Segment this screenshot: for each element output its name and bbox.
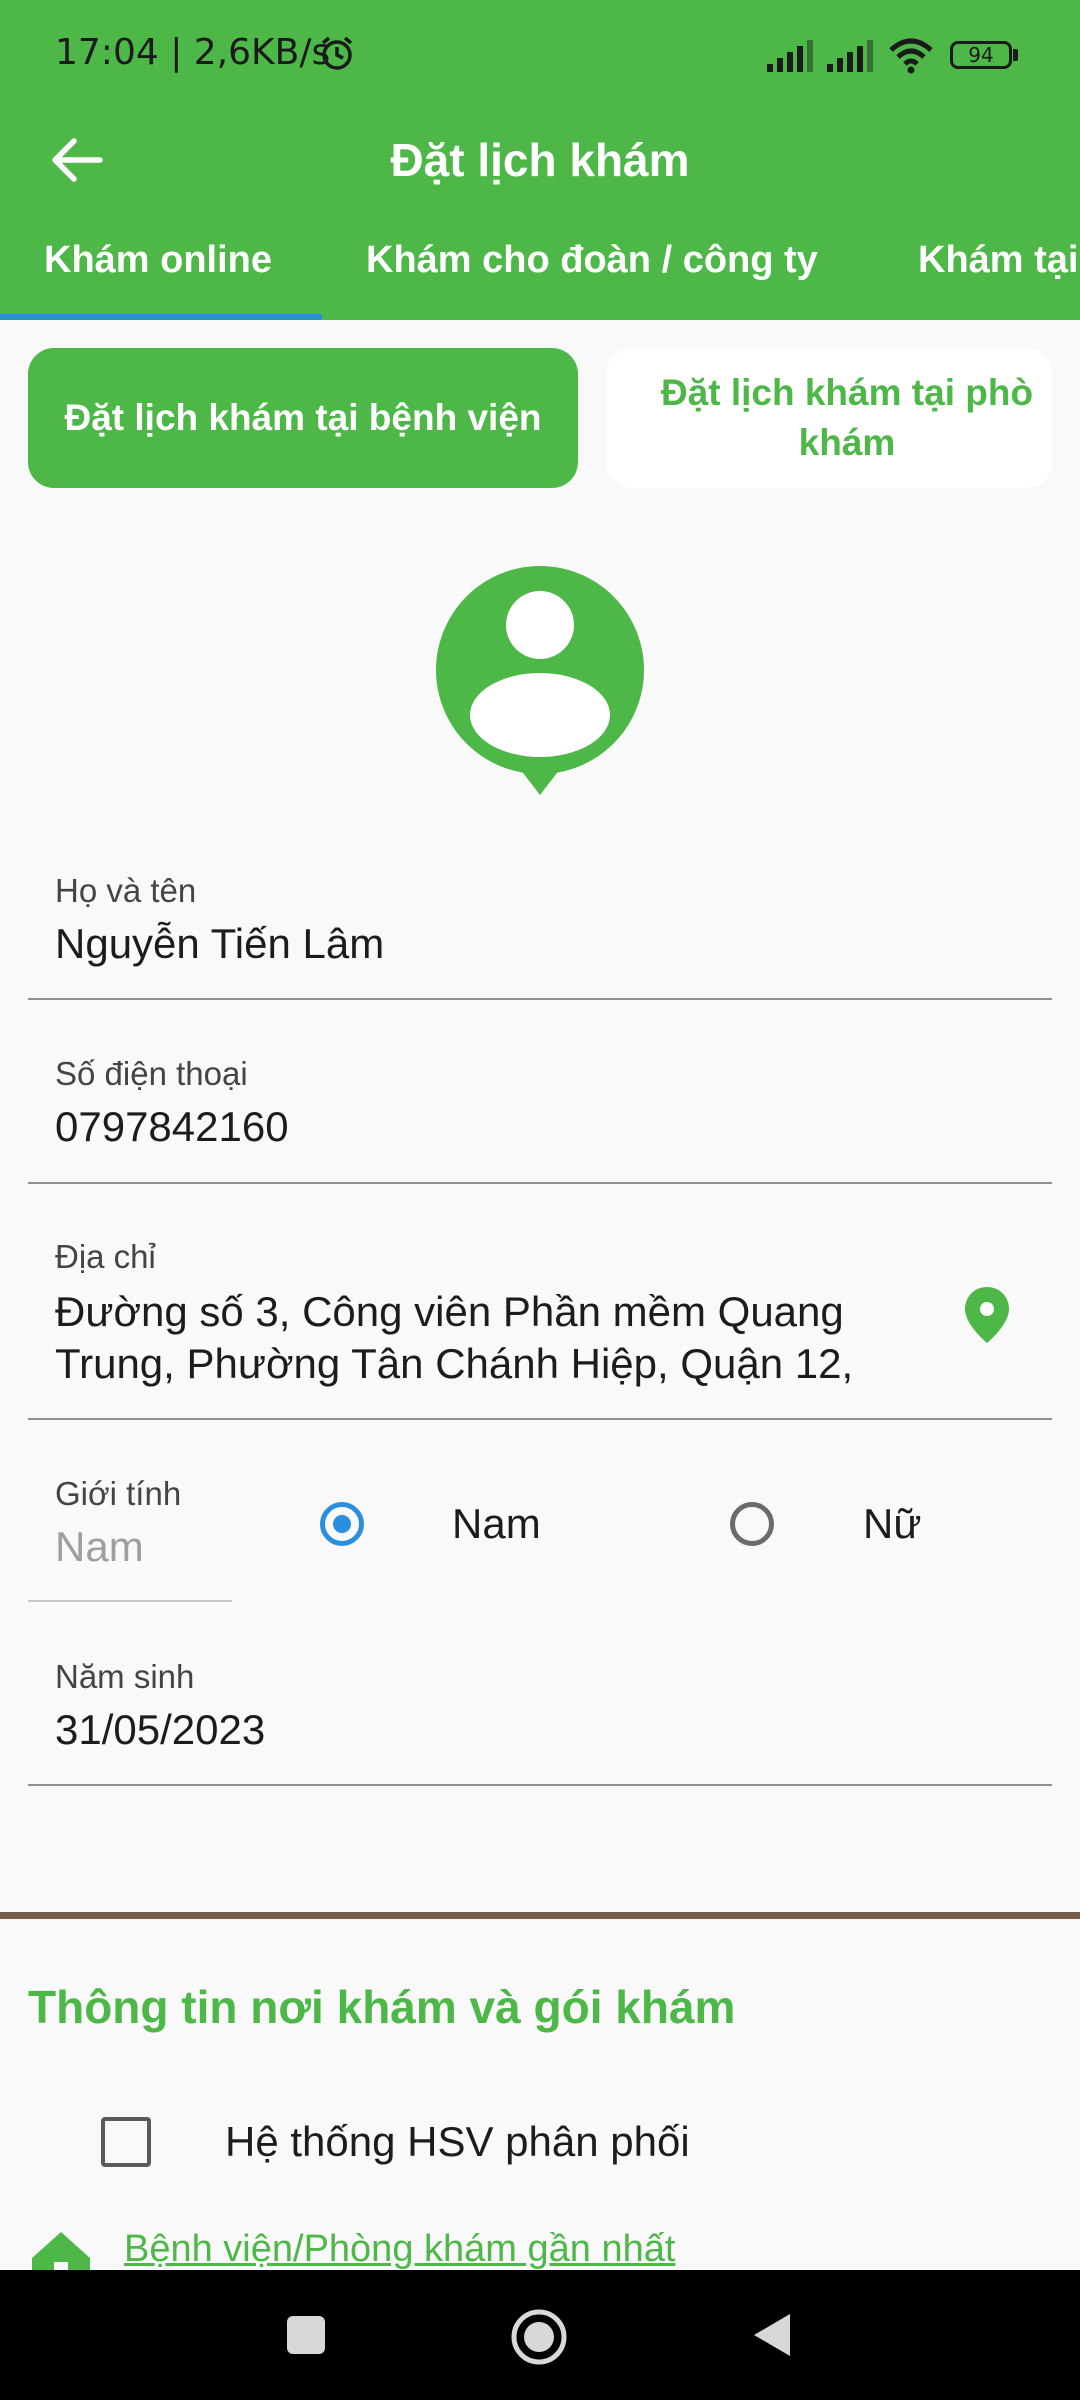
segment-benh-vien-label: Đặt lịch khám tại bệnh viện xyxy=(64,397,542,438)
signal-icon xyxy=(767,40,813,72)
name-label: Họ và tên xyxy=(55,872,197,909)
birth-label: Năm sinh xyxy=(55,1658,195,1695)
phone-label: Số điện thoại xyxy=(55,1055,248,1092)
segment-phong-kham-label: Đặt lịch khám tại phò khám xyxy=(661,368,1033,468)
avatar-pin-icon[interactable] xyxy=(435,565,645,795)
radio-nam-label[interactable]: Nam xyxy=(452,1500,541,1548)
app-bar: Đặt lịch khám xyxy=(0,110,1080,210)
name-underline xyxy=(28,998,1052,1000)
section-title: Thông tin nơi khám và gói khám xyxy=(28,1981,736,2033)
status-time: 17:04 | 2,6KB/s xyxy=(55,32,331,73)
birth-field[interactable]: 31/05/2023 xyxy=(55,1706,265,1754)
battery-tip xyxy=(1013,49,1018,61)
tab-indicator xyxy=(0,314,322,320)
home-button[interactable] xyxy=(510,2308,568,2366)
recents-button[interactable] xyxy=(287,2316,325,2354)
signal-icon-2 xyxy=(827,40,873,72)
tab-kham-online[interactable]: Khám online xyxy=(44,210,272,316)
address-line-2: Trung, Phường Tân Chánh Hiệp, Quận 12, xyxy=(55,1340,854,1387)
alarm-icon xyxy=(321,36,353,70)
nearest-hospital-link[interactable]: Bệnh viện/Phòng khám gần nhất xyxy=(124,2228,675,2271)
segment-phong-kham[interactable]: Đặt lịch khám tại phò khám xyxy=(606,348,1052,488)
segment-benh-vien[interactable]: Đặt lịch khám tại bệnh viện xyxy=(28,348,578,488)
status-bar: 17:04 | 2,6KB/s 94 xyxy=(0,0,1080,110)
gender-underline xyxy=(28,1600,232,1602)
tab-bar: Khám online Khám cho đoàn / công ty Khám… xyxy=(0,210,1080,320)
system-nav-bar xyxy=(0,2270,1080,2400)
tab-kham-tai[interactable]: Khám tại xyxy=(918,210,1078,316)
hsv-checkbox[interactable] xyxy=(101,2117,151,2167)
segment-phong-kham-line2: khám xyxy=(798,422,896,463)
wifi-icon xyxy=(889,38,933,74)
radio-nu[interactable] xyxy=(730,1502,774,1546)
phone-field[interactable]: 0797842160 xyxy=(55,1103,289,1151)
location-pin-icon[interactable] xyxy=(962,1285,1012,1345)
address-line-1: Đường số 3, Công viên Phần mềm Quang xyxy=(55,1288,844,1335)
phone-underline xyxy=(28,1182,1052,1184)
birth-underline xyxy=(28,1784,1052,1786)
gender-field: Nam xyxy=(55,1523,144,1570)
radio-nu-label[interactable]: Nữ xyxy=(863,1500,921,1548)
radio-nam[interactable] xyxy=(320,1502,364,1546)
battery-icon: 94 xyxy=(950,41,1012,69)
address-field[interactable]: Đường số 3, Công viên Phần mềm Quang Tru… xyxy=(55,1286,935,1390)
address-underline xyxy=(28,1418,1052,1420)
gender-label: Giới tính xyxy=(55,1475,182,1512)
name-field[interactable]: Nguyễn Tiến Lâm xyxy=(55,920,384,968)
radio-nam-dot xyxy=(333,1515,351,1533)
tab-kham-cho-doan[interactable]: Khám cho đoàn / công ty xyxy=(366,210,818,316)
address-label: Địa chỉ xyxy=(55,1238,156,1275)
battery-level: 94 xyxy=(968,43,994,67)
segment-phong-kham-line1: Đặt lịch khám tại phò xyxy=(660,372,1034,413)
section-divider xyxy=(0,1912,1080,1919)
back-button[interactable] xyxy=(752,2312,792,2358)
hsv-checkbox-label[interactable]: Hệ thống HSV phân phối xyxy=(225,2118,690,2166)
page-title: Đặt lịch khám xyxy=(390,134,690,186)
